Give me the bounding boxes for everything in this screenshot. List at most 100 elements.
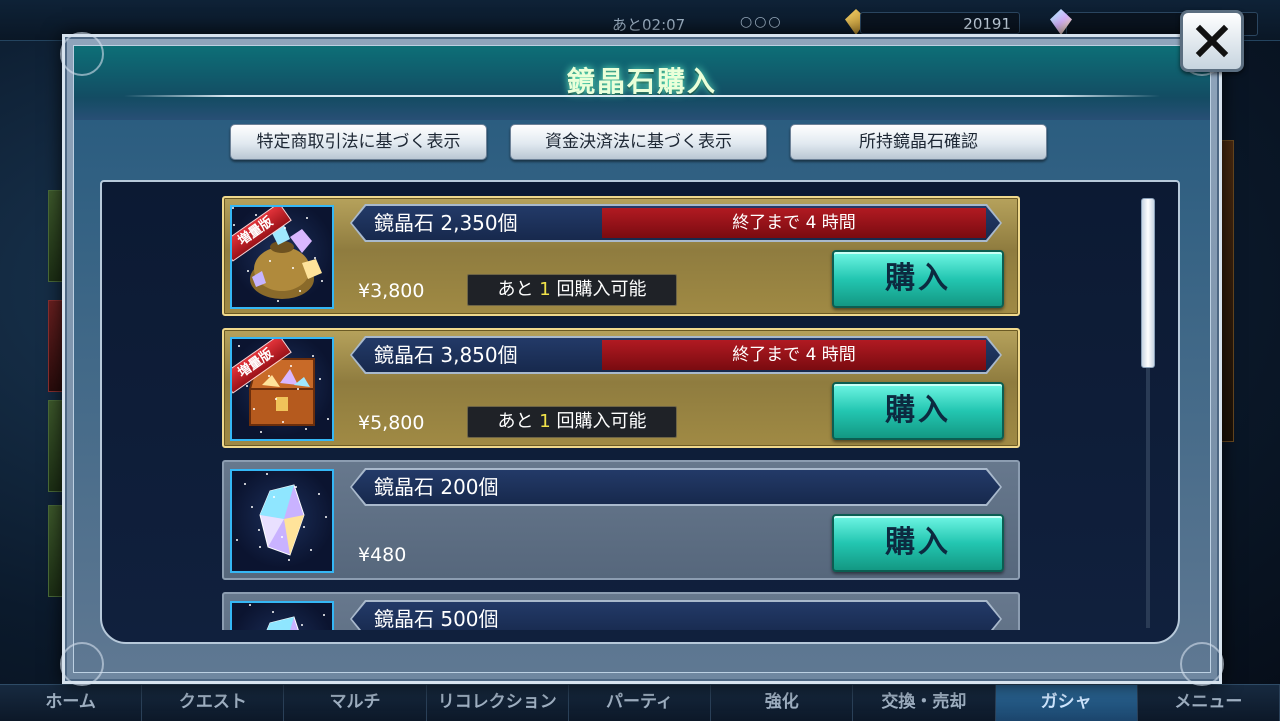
star-sparkle [306,217,308,219]
star-sparkle [232,207,234,209]
payment-law-button[interactable]: 資金決済法に基づく表示 [510,124,767,160]
star-sparkle [268,375,270,377]
star-sparkle [246,385,248,387]
star-sparkle [244,483,246,485]
product-item: 鏡晶石 200個 ¥480 購入 [222,460,1020,580]
coin-counter: 20191 [860,12,1020,34]
crystal-bag-icon: 増量版 [230,205,334,309]
star-sparkle [305,428,307,430]
star-sparkle [282,421,284,423]
crystal-image [259,484,305,556]
purchase-limit: あと 1 回購入可能 [467,274,677,306]
product-list-viewport: 増量版 鏡晶石 2,350個 終了まで 4 時間 ¥3,800 あと 1 回購入… [102,182,1178,630]
product-item: 増量版 鏡晶石 2,350個 終了まで 4 時間 ¥3,800 あと 1 回購入… [222,196,1020,316]
star-sparkle [312,355,314,357]
buy-button[interactable]: 購入 [832,514,1004,572]
purchase-limit: あと 1 回購入可能 [467,406,677,438]
nav-menu[interactable]: メニュー [1138,685,1280,721]
check-crystals-button[interactable]: 所持鏡晶石確認 [790,124,1047,160]
nav-recollection[interactable]: リコレクション [427,685,569,721]
limit-suffix: 回購入可能 [556,279,647,300]
star-sparkle [297,388,299,390]
close-icon [1195,24,1229,58]
crystal-icon [230,469,334,573]
list-scrollbar[interactable] [1141,198,1155,628]
limit-count: 1 [539,279,551,300]
star-sparkle [299,290,301,292]
star-sparkle [275,398,277,400]
star-sparkle [249,604,251,606]
nav-multi[interactable]: マルチ [284,685,427,721]
time-remaining: 終了まで 4 時間 [602,340,986,370]
status-dots: ○○○ [740,14,783,30]
star-sparkle [284,227,286,229]
star-sparkle [251,506,253,508]
product-price: ¥3,800 [358,280,425,302]
star-sparkle [301,624,303,626]
star-sparkle [273,496,275,498]
product-item: 鏡晶石 500個 [222,592,1020,630]
limit-suffix: 回購入可能 [556,411,647,432]
crystal-image [266,616,299,630]
product-list: 増量版 鏡晶石 2,350個 終了まで 4 時間 ¥3,800 あと 1 回購入… [100,180,1180,644]
close-button[interactable] [1180,10,1244,72]
star-sparkle [236,539,238,541]
product-price: ¥5,800 [358,412,425,434]
limit-prefix: あと [497,279,534,300]
star-sparkle [318,493,320,495]
nav-enhance[interactable]: 強化 [711,685,854,721]
product-name: 鏡晶石 200個 [374,475,499,499]
star-sparkle [259,546,261,548]
crystal-icon [230,601,334,630]
scroll-thumb[interactable] [1141,198,1155,368]
nav-exchange[interactable]: 交換・売却 [853,685,996,721]
star-sparkle [253,408,255,410]
ornament-corner [60,642,104,686]
star-sparkle [269,260,271,262]
star-sparkle [321,280,323,282]
star-sparkle [290,365,292,367]
star-sparkle [314,257,316,259]
ornament-corner [60,32,104,76]
ornament-corner [1180,642,1224,686]
product-name: 鏡晶石 500個 [374,607,499,630]
buy-button[interactable]: 購入 [832,250,1004,308]
nav-gacha[interactable]: ガシャ [995,685,1138,721]
star-sparkle [327,418,329,420]
time-remaining: 終了まで 4 時間 [602,208,986,238]
product-name: 鏡晶石 2,350個 [374,211,518,235]
treasure-chest-icon: 増量版 [230,337,334,441]
limit-prefix: あと [497,411,534,432]
title-divider [124,95,1160,97]
product-item: 増量版 鏡晶石 3,850個 終了まで 4 時間 ¥5,800 あと 1 回購入… [222,328,1020,448]
star-sparkle [292,267,294,269]
star-sparkle [255,214,257,216]
star-sparkle [325,516,327,518]
product-name: 鏡晶石 3,850個 [374,343,518,367]
star-sparkle [323,614,325,616]
star-sparkle [247,270,249,272]
star-sparkle [319,378,321,380]
star-sparkle [277,300,279,302]
buy-button[interactable]: 購入 [832,382,1004,440]
star-sparkle [258,529,260,531]
stamina-timer: あと02:07 [612,16,686,34]
star-sparkle [288,559,290,561]
nav-quest[interactable]: クエスト [142,685,285,721]
star-sparkle [295,486,297,488]
product-price: ¥480 [358,544,407,566]
star-sparkle [272,611,274,613]
commercial-law-button[interactable]: 特定商取引法に基づく表示 [230,124,487,160]
dialog-title: 鏡晶石購入 [566,65,717,98]
star-sparkle [233,224,235,226]
star-sparkle [281,536,283,538]
star-sparkle [310,549,312,551]
star-sparkle [238,345,240,347]
star-sparkle [260,431,262,433]
nav-party[interactable]: パーティ [569,685,712,721]
bottom-nav: ホーム クエスト マルチ リコレクション パーティ 強化 交換・売却 ガシャ メ… [0,684,1280,721]
nav-home[interactable]: ホーム [0,685,143,721]
star-sparkle [303,526,305,528]
star-sparkle [266,473,268,475]
limit-count: 1 [539,411,551,432]
